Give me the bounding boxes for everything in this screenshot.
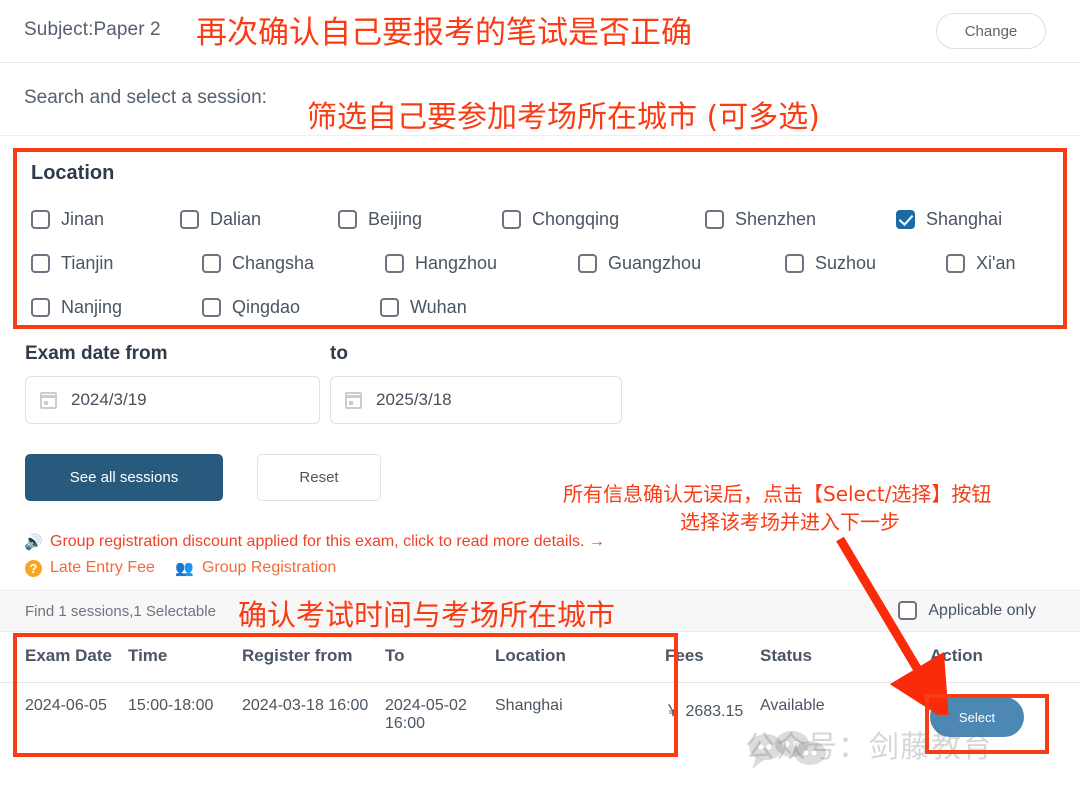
sessions-table-wrapper: Exam Date Time Register from To Location… bbox=[0, 632, 1080, 751]
group-discount-notice[interactable]: 🔊 Group registration discount applied fo… bbox=[24, 533, 605, 551]
location-label: Hangzhou bbox=[415, 253, 498, 273]
exam-date-to-input[interactable]: 2025/3/18 bbox=[330, 376, 622, 424]
annotation-select-note-line2: 选择该考场并进入下一步 bbox=[680, 510, 900, 534]
location-label: Shanghai bbox=[926, 209, 1003, 229]
location-title: Location bbox=[31, 162, 115, 184]
checkbox-box-checked[interactable] bbox=[896, 210, 915, 229]
calendar-icon bbox=[40, 391, 57, 409]
location-label: Nanjing bbox=[61, 297, 123, 317]
group-registration-label[interactable]: Group Registration bbox=[202, 559, 336, 577]
annotation-select-note-line1: 所有信息确认无误后，点击【Select/选择】按钮 bbox=[563, 482, 992, 506]
checkbox-box[interactable] bbox=[785, 254, 804, 273]
table-header-row: Exam Date Time Register from To Location… bbox=[0, 632, 1080, 683]
location-label: Changsha bbox=[232, 253, 315, 273]
location-checkbox-shenzhen[interactable]: Shenzhen bbox=[705, 209, 816, 230]
exam-date-from-input[interactable]: 2024/3/19 bbox=[25, 376, 320, 424]
checkbox-box[interactable] bbox=[31, 298, 50, 317]
location-label: Jinan bbox=[61, 209, 105, 229]
location-label: Suzhou bbox=[815, 253, 877, 273]
search-session-row: Search and select a session: bbox=[0, 63, 1080, 136]
select-button[interactable]: Select bbox=[930, 697, 1024, 737]
location-checkbox-nanjing[interactable]: Nanjing bbox=[31, 297, 122, 318]
location-label: Qingdao bbox=[232, 297, 301, 317]
column-header-action: Action bbox=[930, 632, 1080, 683]
column-header-location: Location bbox=[495, 632, 665, 683]
location-checkbox-chongqing[interactable]: Chongqing bbox=[502, 209, 619, 230]
cell-time: 15:00-18:00 bbox=[128, 697, 214, 714]
group-people-icon: 👥 bbox=[175, 560, 194, 577]
search-session-label: Search and select a session: bbox=[24, 87, 267, 108]
checkbox-box[interactable] bbox=[31, 254, 50, 273]
location-checkbox-suzhou[interactable]: Suzhou bbox=[785, 253, 876, 274]
column-header-time: Time bbox=[128, 632, 242, 683]
checkbox-box[interactable] bbox=[502, 210, 521, 229]
checkbox-box[interactable] bbox=[705, 210, 724, 229]
location-checkbox-dalian[interactable]: Dalian bbox=[180, 209, 261, 230]
applicable-only-label: Applicable only bbox=[928, 601, 1036, 619]
results-count-text: Find 1 sessions,1 Selectable bbox=[25, 603, 216, 620]
subject-label: Subject:Paper 2 bbox=[24, 19, 161, 40]
checkbox-box[interactable] bbox=[31, 210, 50, 229]
column-header-register-from: Register from bbox=[242, 632, 385, 683]
location-checkbox-xian[interactable]: Xi'an bbox=[946, 253, 1015, 274]
location-label: Beijing bbox=[368, 209, 423, 229]
cell-register-from: 2024-03-18 16:00 bbox=[242, 697, 369, 714]
location-checkbox-beijing[interactable]: Beijing bbox=[338, 209, 422, 230]
table-row[interactable]: 2024-06-05 15:00-18:00 2024-03-18 16:00 … bbox=[0, 683, 1080, 752]
exam-date-from-label: Exam date from bbox=[25, 343, 168, 364]
speaker-icon: 🔊 bbox=[24, 534, 43, 551]
location-label: Dalian bbox=[210, 209, 262, 229]
fee-legend-row: ? Late Entry Fee 👥 Group Registration bbox=[25, 559, 336, 577]
location-label: Wuhan bbox=[410, 297, 467, 317]
checkbox-box[interactable] bbox=[202, 298, 221, 317]
cell-exam-date: 2024-06-05 bbox=[25, 697, 107, 714]
location-checkbox-qingdao[interactable]: Qingdao bbox=[202, 297, 300, 318]
checkbox-box[interactable] bbox=[385, 254, 404, 273]
location-label: Shenzhen bbox=[735, 209, 817, 229]
location-label: Chongqing bbox=[532, 209, 620, 229]
sessions-table: Exam Date Time Register from To Location… bbox=[0, 632, 1080, 751]
location-label: Xi'an bbox=[976, 253, 1016, 273]
location-checkbox-tianjin[interactable]: Tianjin bbox=[31, 253, 113, 274]
column-header-exam-date: Exam Date bbox=[0, 632, 128, 683]
checkbox-box[interactable] bbox=[380, 298, 399, 317]
location-checkbox-changsha[interactable]: Changsha bbox=[202, 253, 314, 274]
exam-date-from-value: 2024/3/19 bbox=[71, 390, 147, 409]
calendar-icon bbox=[345, 391, 362, 409]
applicable-only-checkbox[interactable]: Applicable only bbox=[898, 601, 1036, 620]
location-checkbox-shanghai[interactable]: Shanghai bbox=[896, 209, 1002, 230]
checkbox-box[interactable] bbox=[898, 601, 918, 620]
column-header-to: To bbox=[385, 632, 495, 683]
location-checkbox-hangzhou[interactable]: Hangzhou bbox=[385, 253, 497, 274]
exam-date-to-label: to bbox=[330, 343, 348, 364]
late-entry-fee-label[interactable]: Late Entry Fee bbox=[50, 559, 155, 577]
location-label: Guangzhou bbox=[608, 253, 702, 273]
location-label: Tianjin bbox=[61, 253, 114, 273]
checkbox-box[interactable] bbox=[946, 254, 965, 273]
column-header-fees: Fees bbox=[665, 632, 760, 683]
group-discount-text: Group registration discount applied for … bbox=[50, 533, 605, 550]
reset-button[interactable]: Reset bbox=[257, 454, 381, 501]
results-summary-bar: Find 1 sessions,1 Selectable Applicable … bbox=[0, 590, 1080, 632]
checkbox-box[interactable] bbox=[202, 254, 221, 273]
status-badge: Available bbox=[760, 697, 825, 714]
checkbox-box[interactable] bbox=[578, 254, 597, 273]
see-all-sessions-button[interactable]: See all sessions bbox=[25, 454, 223, 501]
location-checkbox-jinan[interactable]: Jinan bbox=[31, 209, 104, 230]
checkbox-box[interactable] bbox=[338, 210, 357, 229]
cell-location: Shanghai bbox=[495, 697, 563, 714]
help-circle-icon[interactable]: ? bbox=[25, 559, 42, 577]
cell-fees: ￥ 2683.15 bbox=[665, 703, 744, 720]
cell-to: 2024-05-02 16:00 bbox=[385, 697, 467, 732]
cell-action: Select bbox=[930, 683, 1080, 752]
change-button[interactable]: Change bbox=[936, 13, 1046, 49]
column-header-status: Status bbox=[760, 632, 930, 683]
checkbox-box[interactable] bbox=[180, 210, 199, 229]
location-checkbox-guangzhou[interactable]: Guangzhou bbox=[578, 253, 701, 274]
exam-date-to-value: 2025/3/18 bbox=[376, 390, 452, 409]
location-checkbox-wuhan[interactable]: Wuhan bbox=[380, 297, 467, 318]
subject-bar: Subject:Paper 2 Change bbox=[0, 0, 1080, 63]
location-filter-panel: Location Jinan Dalian Beijing Chongqing … bbox=[13, 148, 1067, 329]
